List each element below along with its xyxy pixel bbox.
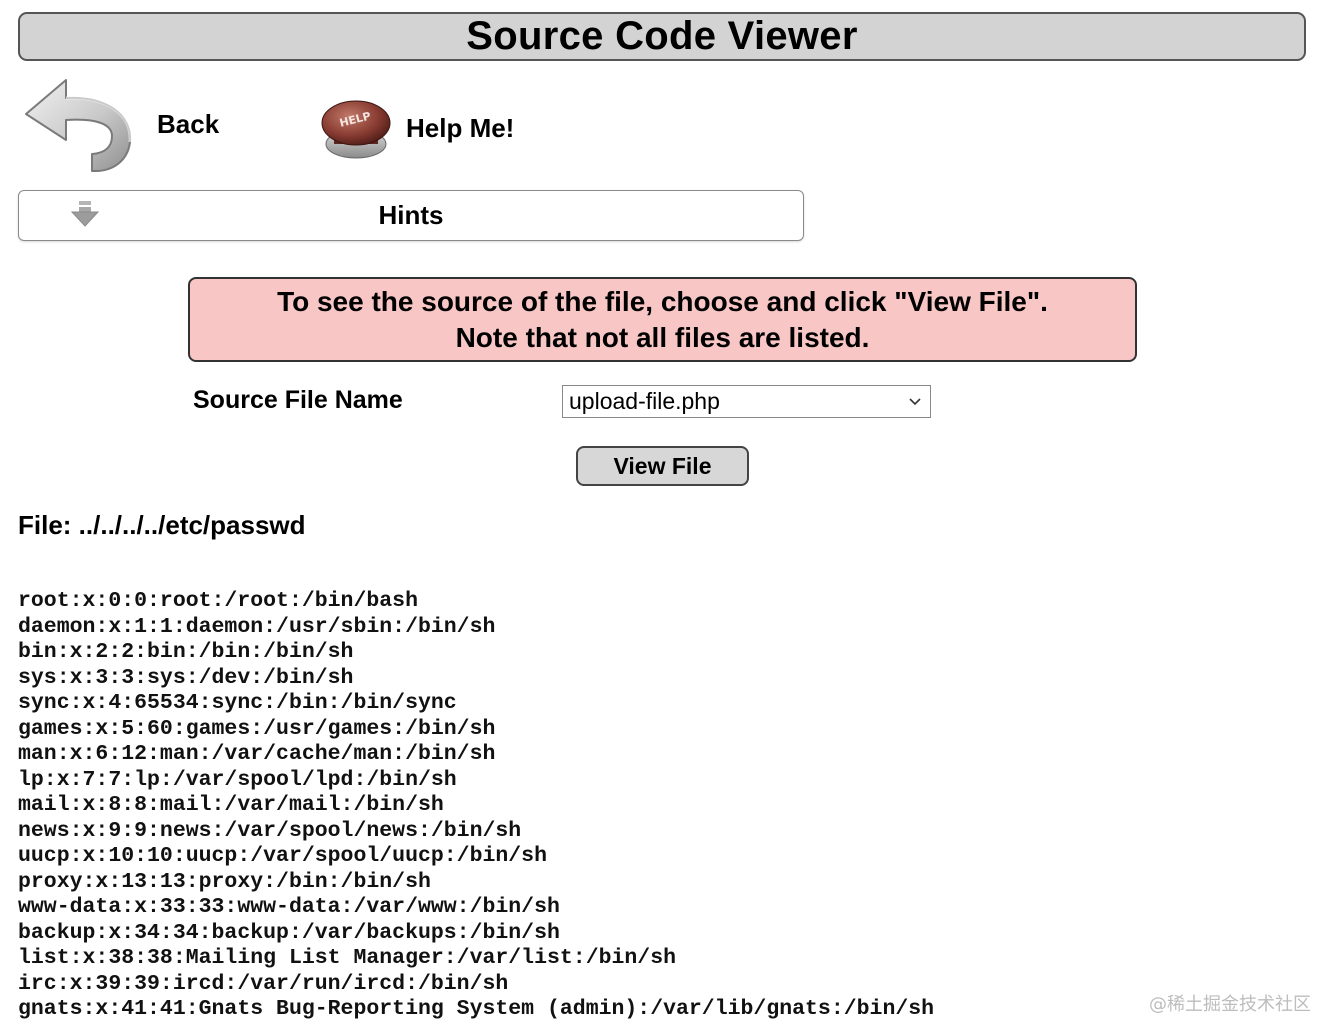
source-file-select[interactable]: upload-file.php (562, 385, 931, 418)
hints-toggle[interactable]: Hints (18, 190, 804, 241)
file-line: mail:x:8:8:mail:/var/mail:/bin/sh (18, 793, 444, 817)
file-contents: root:x:0:0:root:/root:/bin/bash daemon:x:… (18, 589, 934, 1019)
hints-label: Hints (378, 200, 444, 230)
file-line: lp:x:7:7:lp:/var/spool/lpd:/bin/sh (18, 767, 457, 792)
file-line: root:x:0:0:root:/root:/bin/bash (18, 589, 418, 613)
file-line: gnats:x:41:41:Gnats Bug-Reporting System… (18, 997, 935, 1019)
back-link[interactable]: Back (22, 74, 219, 174)
file-line: news:x:9:9:news:/var/spool/news:/bin/sh (18, 818, 522, 843)
help-button-icon: HELP (321, 100, 391, 159)
file-line: backup:x:34:34:backup:/var/backups:/bin/… (18, 920, 560, 945)
file-path-heading: File: ../../../../etc/passwd (18, 510, 306, 540)
watermark: @稀土掘金技术社区 (1149, 994, 1311, 1015)
instructions-notice: To see the source of the file, choose an… (188, 277, 1137, 362)
file-line: irc:x:39:39:ircd:/var/run/ircd:/bin/sh (18, 971, 509, 996)
file-line: sys:x:3:3:sys:/dev:/bin/sh (18, 665, 354, 690)
back-label: Back (157, 108, 220, 139)
notice-line-2: Note that not all files are listed. (455, 321, 870, 353)
page-title: Source Code Viewer (466, 14, 858, 58)
file-line: bin:x:2:2:bin:/bin:/bin/sh (18, 640, 354, 664)
file-line: uucp:x:10:10:uucp:/var/spool/uucp:/bin/s… (18, 844, 547, 868)
source-file-name-label: Source File Name (193, 386, 403, 414)
notice-line-1: To see the source of the file, choose an… (277, 285, 1048, 317)
expand-down-arrow-icon (70, 201, 100, 227)
file-line: sync:x:4:65534:sync:/bin:/bin/sync (18, 691, 457, 715)
file-line: daemon:x:1:1:daemon:/usr/sbin:/bin/sh (18, 614, 496, 639)
page-title-bar: Source Code Viewer (18, 12, 1306, 61)
chevron-down-icon (909, 397, 921, 405)
view-file-button[interactable]: View File (576, 446, 749, 486)
source-code-viewer-page: Source Code Viewer Back HELP Help Me! Hi… (0, 0, 1319, 1019)
source-file-selected-value: upload-file.php (569, 388, 720, 414)
help-me-link[interactable]: HELP Help Me! (318, 90, 514, 166)
help-me-label: Help Me! (406, 112, 515, 143)
file-line: list:x:38:38:Mailing List Manager:/var/l… (18, 946, 677, 970)
back-arrow-icon (25, 79, 132, 172)
file-line: man:x:6:12:man:/var/cache/man:/bin/sh (18, 742, 496, 766)
file-line: proxy:x:13:13:proxy:/bin:/bin/sh (18, 869, 431, 894)
file-line: www-data:x:33:33:www-data:/var/www:/bin/… (18, 895, 560, 919)
file-line: games:x:5:60:games:/usr/games:/bin/sh (18, 716, 496, 741)
